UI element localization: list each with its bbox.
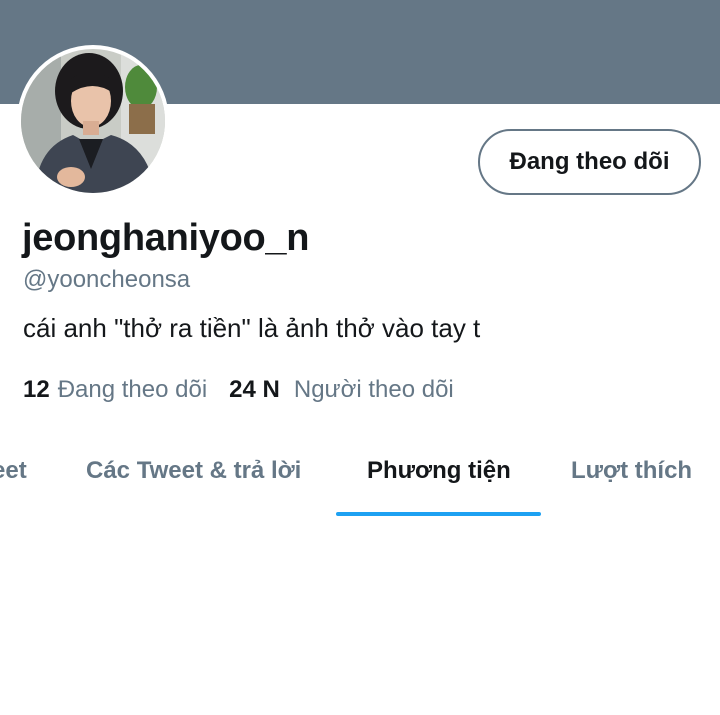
following-button[interactable]: Đang theo dõi: [478, 129, 701, 195]
profile-photo-icon: [21, 49, 165, 193]
followers-count: 24 N: [229, 376, 280, 403]
tab-media[interactable]: Phương tiện: [367, 457, 511, 485]
following-count: 12: [23, 376, 50, 403]
tab-tweets[interactable]: eet: [0, 457, 27, 485]
followers-label: Người theo dõi: [293, 376, 454, 403]
profile-bio: cái anh "thở ra tiền" là ảnh thở vào tay…: [23, 313, 481, 343]
following-label: Đang theo dõi: [57, 376, 208, 403]
tab-tweets-and-replies[interactable]: Các Tweet & trả lời: [86, 457, 301, 485]
followers-stat[interactable]: 24 N Người theo dõi: [229, 376, 454, 404]
profile-tabs: eet Các Tweet & trả lời Phương tiện Lượt…: [0, 440, 720, 520]
username-handle: @yooncheonsa: [23, 266, 191, 293]
display-name: jeonghaniyoo_n: [22, 217, 310, 259]
tab-likes[interactable]: Lượt thích: [571, 457, 692, 485]
avatar-photo: [21, 49, 165, 193]
avatar[interactable]: [17, 45, 169, 197]
following-stat[interactable]: 12 Đang theo dõi: [23, 376, 207, 404]
active-tab-indicator: [336, 512, 541, 516]
profile-stats: 12 Đang theo dõi 24 N Người theo dõi: [23, 376, 454, 404]
